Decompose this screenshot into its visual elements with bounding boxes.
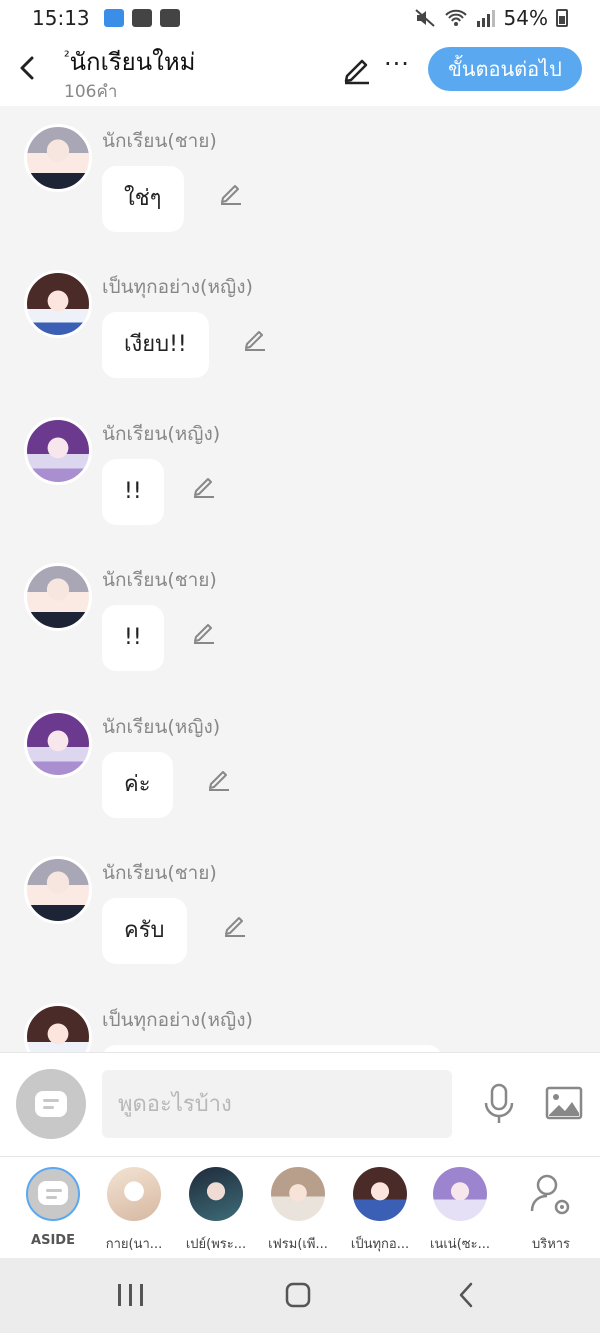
chat-list[interactable]: นักเรียน(ชาย) ใช่ๆ เป็นทุกอย่าง(หญิง) เง… [0,106,600,1052]
avatar [524,1167,578,1221]
character-item[interactable]: เฟรม(เพี... [256,1167,340,1254]
avatar[interactable] [24,1003,92,1052]
recent-apps-icon[interactable] [90,1258,170,1333]
avatar [26,1167,80,1221]
mute-icon [414,9,435,27]
microphone-icon[interactable] [480,1083,518,1125]
avatar [271,1167,325,1221]
next-step-button[interactable]: ขั้นตอนต่อไป [428,47,582,91]
pencil-icon[interactable] [191,619,217,645]
list-item: นักเรียน(ชาย) ครับ [0,838,600,968]
avatar[interactable] [24,417,92,485]
speaker-name: เป็นทุกอย่าง(หญิง) [102,276,253,298]
back-button[interactable] [10,48,46,88]
list-item: เป็นทุกอย่าง(หญิง) เงียบ!! [0,252,600,382]
wifi-icon [444,9,467,26]
pencil-icon[interactable] [218,180,244,206]
character-aside[interactable]: ASIDE [11,1167,95,1248]
back-icon[interactable] [426,1258,506,1333]
speaker-name: นักเรียน(ชาย) [102,862,217,884]
message-input[interactable] [102,1070,452,1138]
list-item: เป็นทุกอย่าง(หญิง) [0,985,600,1052]
battery-icon [556,9,568,27]
avatar [433,1167,487,1221]
pencil-icon[interactable] [191,473,217,499]
avatar[interactable] [24,124,92,192]
character-label: ASIDE [31,1233,75,1248]
image-icon[interactable] [545,1085,583,1121]
message-bubble[interactable]: !! [102,459,164,525]
more-options-button[interactable]: ··· [384,50,410,78]
speaker-name: นักเรียน(ชาย) [102,569,217,591]
header: ²นักเรียนใหม่ 106คำ ··· ขั้นตอนต่อไป [0,36,600,106]
pencil-icon[interactable] [340,52,374,86]
message-bubble[interactable]: !! [102,605,164,671]
character-label: เนเน่(ซะ... [430,1237,490,1252]
character-label: กาย(นา... [105,1237,163,1252]
message-notification-icon [159,9,180,27]
character-item[interactable]: เนเน่(ซะ... [418,1167,502,1254]
avatar [189,1167,243,1221]
character-selector: ASIDE กาย(นา... เปย์(พระ... เฟรม(เพี... … [0,1156,600,1258]
message-bubble[interactable] [102,1045,442,1052]
character-item[interactable]: กาย(นา... [92,1167,176,1254]
speaker-name: นักเรียน(หญิง) [102,716,221,738]
avatar [107,1167,161,1221]
chat-bubble-icon [38,1181,68,1205]
list-item: นักเรียน(หญิง) !! [0,399,600,529]
list-item: นักเรียน(ชาย) ใช่ๆ [0,106,600,236]
message-bubble[interactable]: เงียบ!! [102,312,209,378]
chat-bubble-icon [35,1091,67,1117]
chevron-left-icon [20,56,34,80]
upload-notification-icon [103,9,124,27]
battery-percent: 54% [503,6,548,30]
home-icon[interactable] [258,1258,338,1333]
list-item: นักเรียน(หญิง) ค่ะ [0,692,600,822]
user-settings-icon [530,1174,570,1215]
speaker-name: เป็นทุกอย่าง(หญิง) [102,1009,253,1031]
signal-icon [476,10,495,27]
avatar[interactable] [24,710,92,778]
character-label: เปย์(พระ... [185,1237,247,1252]
image-notification-icon [131,9,152,27]
avatar[interactable] [24,856,92,924]
speaker-name: นักเรียน(ชาย) [102,130,217,152]
avatar[interactable] [24,563,92,631]
message-bubble[interactable]: ครับ [102,898,187,964]
avatar[interactable] [24,270,92,338]
character-item[interactable]: เป็นทุกอ... [338,1167,422,1254]
list-item: นักเรียน(ชาย) !! [0,545,600,675]
character-label: เป็นทุกอ... [350,1237,410,1252]
character-label: บริหาร [531,1237,571,1252]
character-label: เฟรม(เพี... [268,1237,328,1252]
pencil-icon[interactable] [222,912,248,938]
input-bar [0,1052,600,1156]
manage-characters-button[interactable]: บริหาร [509,1167,593,1254]
character-item[interactable]: เปย์(พระ... [174,1167,258,1254]
avatar [353,1167,407,1221]
pencil-icon[interactable] [242,326,268,352]
word-count: 106คำ [64,82,118,102]
pencil-icon[interactable] [206,766,232,792]
message-bubble[interactable]: ค่ะ [102,752,173,818]
aside-toggle-button[interactable] [16,1069,86,1139]
status-bar: 15:13 54% [0,0,600,36]
page-title: ²นักเรียนใหม่ [64,48,196,76]
message-bubble[interactable]: ใช่ๆ [102,166,184,232]
status-time: 15:13 [32,6,90,30]
speaker-name: นักเรียน(หญิง) [102,423,221,445]
system-nav-bar [0,1258,600,1333]
